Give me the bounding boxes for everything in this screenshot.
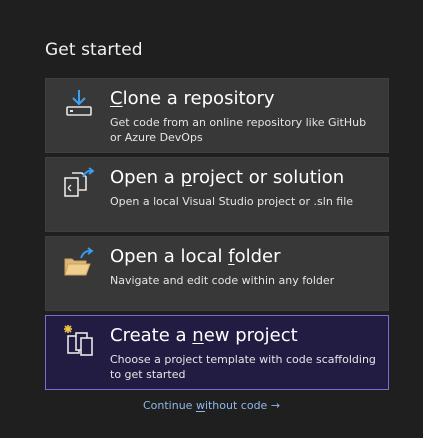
clone-repository-button[interactable]: Clone a repository Get code from an onli… bbox=[45, 78, 389, 153]
create-new-project-button[interactable]: Create a new project Choose a project te… bbox=[45, 315, 389, 390]
open-folder-icon bbox=[64, 247, 94, 276]
card-title: Open a local folder bbox=[110, 246, 281, 267]
open-local-folder-button[interactable]: Open a local folder Navigate and edit co… bbox=[45, 236, 389, 311]
new-project-icon bbox=[64, 325, 93, 356]
card-description: Get code from an online repository like … bbox=[110, 116, 367, 144]
page-title: Get started bbox=[45, 40, 143, 60]
get-started-page: Get started Clone a repository Get code … bbox=[0, 0, 423, 438]
clone-download-icon bbox=[66, 90, 92, 116]
card-title: Open a project or solution bbox=[110, 167, 345, 188]
card-title: Clone a repository bbox=[110, 88, 275, 109]
card-description: Choose a project template with code scaf… bbox=[110, 353, 376, 381]
open-project-icon bbox=[64, 167, 95, 197]
card-description: Open a local Visual Studio project or .s… bbox=[110, 195, 354, 208]
card-title: Create a new project bbox=[110, 325, 298, 346]
open-project-button[interactable]: Open a project or solution Open a local … bbox=[45, 157, 389, 232]
continue-without-code-link[interactable]: Continue without code → bbox=[0, 399, 423, 412]
card-description: Navigate and edit code within any folder bbox=[110, 274, 335, 287]
